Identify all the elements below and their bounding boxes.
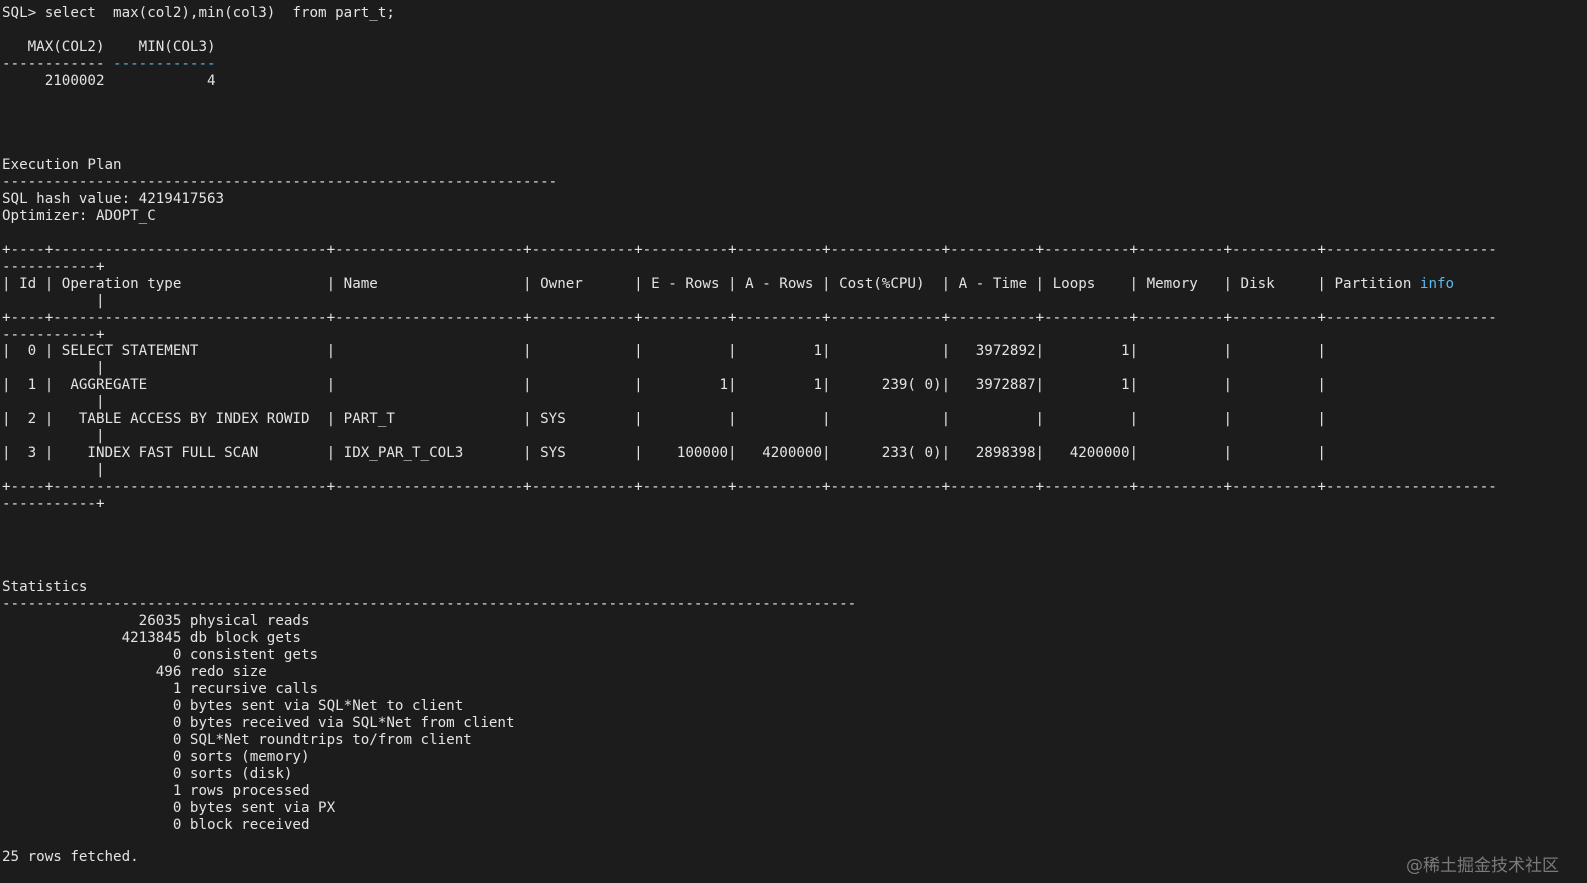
- plan-border-mid: +----+--------------------------------+-…: [2, 310, 1497, 326]
- stat-rows-processed: 1 rows processed: [2, 783, 310, 799]
- rows-fetched-footer: 25 rows fetched.: [2, 849, 139, 865]
- plan-row-1-wrap: |: [2, 394, 105, 410]
- stat-bytes-sent-px: 0 bytes sent via PX: [2, 800, 336, 816]
- optimizer-line: Optimizer: ADOPT_C: [2, 208, 156, 224]
- sql-hash-value: SQL hash value: 4219417563: [2, 191, 225, 207]
- stat-db-block-gets: 4213845 db block gets: [2, 630, 301, 646]
- sql-prompt-line: SQL> select max(col2),min(col3) from par…: [2, 5, 395, 21]
- result-separator-right: ------------: [113, 56, 216, 72]
- plan-header-text: | Id | Operation type | Name | Owner | E…: [2, 276, 1420, 292]
- stat-recursive-calls: 1 recursive calls: [2, 681, 319, 697]
- stat-block-received: 0 block received: [2, 817, 310, 833]
- plan-border-top-wrap: -----------+: [2, 259, 105, 275]
- plan-header-info: info: [1419, 276, 1455, 292]
- plan-row-0-wrap: |: [2, 360, 105, 376]
- execution-plan-title: Execution Plan: [2, 157, 122, 173]
- plan-border-mid-wrap: -----------+: [2, 327, 105, 343]
- stat-bytes-sent: 0 bytes sent via SQL*Net to client: [2, 698, 464, 714]
- stat-sorts-memory: 0 sorts (memory): [2, 749, 310, 765]
- plan-border-bottom: +----+--------------------------------+-…: [2, 479, 1497, 495]
- plan-row-0: | 0 | SELECT STATEMENT | | | | 1| | 3972…: [2, 343, 1326, 359]
- plan-row-2-wrap: |: [2, 428, 105, 444]
- statistics-rule: ----------------------------------------…: [2, 596, 857, 612]
- stat-bytes-received: 0 bytes received via SQL*Net from client: [2, 715, 515, 731]
- stat-physical-reads: 26035 physical reads: [2, 613, 310, 629]
- stat-redo-size: 496 redo size: [2, 664, 267, 680]
- watermark: @稀土掘金技术社区: [1406, 856, 1559, 876]
- stat-sorts-disk: 0 sorts (disk): [2, 766, 293, 782]
- plan-header-wrap: |: [2, 293, 105, 309]
- plan-header-row: | Id | Operation type | Name | Owner | E…: [2, 276, 1454, 293]
- plan-border-bottom-wrap: -----------+: [2, 496, 105, 512]
- plan-row-2: | 2 | TABLE ACCESS BY INDEX ROWID | PART…: [2, 411, 1326, 427]
- result-column-headers: MAX(COL2) MIN(COL3): [2, 39, 216, 55]
- plan-row-3: | 3 | INDEX FAST FULL SCAN | IDX_PAR_T_C…: [2, 445, 1326, 461]
- execution-plan-rule: ----------------------------------------…: [2, 174, 558, 190]
- statistics-title: Statistics: [2, 579, 88, 595]
- stat-consistent-gets: 0 consistent gets: [2, 647, 319, 663]
- terminal-window[interactable]: SQL> select max(col2),min(col3) from par…: [0, 0, 1587, 883]
- result-separator: ------------ ------------: [2, 56, 216, 73]
- plan-row-1: | 1 | AGGREGATE | | | 1| 1| 239( 0)| 397…: [2, 377, 1326, 393]
- plan-row-3-wrap: |: [2, 462, 105, 478]
- result-separator-left: ------------: [2, 56, 114, 72]
- plan-border-top: +----+--------------------------------+-…: [2, 242, 1497, 258]
- stat-roundtrips: 0 SQL*Net roundtrips to/from client: [2, 732, 472, 748]
- result-values: 2100002 4: [2, 73, 216, 89]
